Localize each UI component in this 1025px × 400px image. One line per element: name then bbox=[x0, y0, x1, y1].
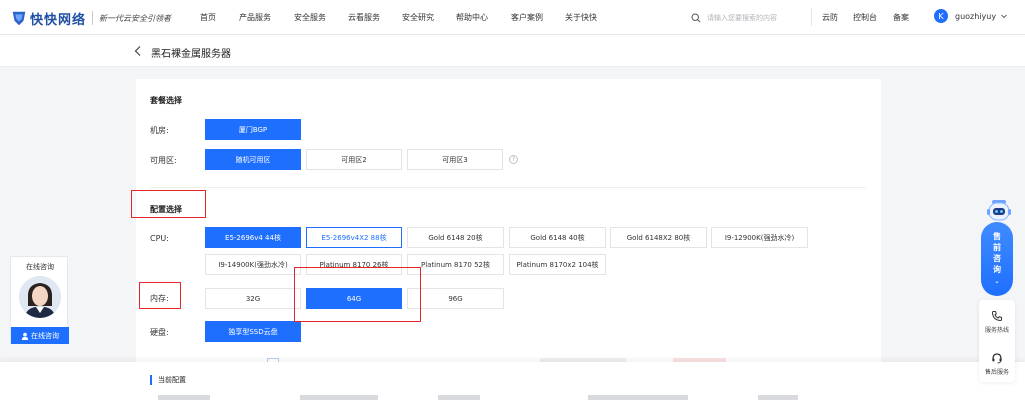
consultant-avatar bbox=[19, 276, 61, 318]
headset-icon bbox=[992, 353, 1002, 364]
current-config-item bbox=[300, 395, 378, 400]
nav-customer-cases[interactable]: 客户案例 bbox=[511, 12, 543, 23]
current-config-item bbox=[438, 395, 480, 400]
presale-consult-button[interactable]: 售 前 咨 询 ⌄ bbox=[981, 222, 1013, 296]
logo-divider bbox=[92, 11, 94, 25]
chevron-down-icon: ⌄ bbox=[994, 278, 1000, 285]
current-config-bar: 当前配置 bbox=[0, 362, 1025, 400]
presale-char: 咨 bbox=[993, 254, 1001, 263]
zone-help-icon[interactable]: ? bbox=[509, 155, 518, 164]
chevron-down-icon bbox=[1001, 14, 1007, 19]
user-menu[interactable]: K guozhiyuy bbox=[934, 9, 1008, 23]
memory-option-32g[interactable]: 32G bbox=[205, 288, 301, 309]
nav-security-research[interactable]: 安全研究 bbox=[402, 12, 434, 23]
cpu-option-gold-6148-20[interactable]: Gold 6148 20核 bbox=[407, 227, 504, 248]
service-hotline-label: 服务热线 bbox=[984, 327, 1009, 334]
side-tools-panel: 服务热线 售后服务 bbox=[979, 300, 1015, 382]
memory-label: 内存: bbox=[150, 294, 169, 303]
search-input[interactable] bbox=[707, 13, 807, 22]
top-link-cloud-defense[interactable]: 云防 bbox=[822, 12, 838, 23]
package-section-title: 套餐选择 bbox=[150, 96, 182, 105]
top-link-filing[interactable]: 备案 bbox=[893, 12, 909, 23]
current-config-accent bbox=[150, 375, 152, 385]
nav-help-center[interactable]: 帮助中心 bbox=[456, 12, 488, 23]
cpu-option-gold-6148-40[interactable]: Gold 6148 40核 bbox=[509, 227, 606, 248]
current-config-item bbox=[158, 395, 210, 400]
cpu-option-i9-12900k[interactable]: I9-12900K(强劲水冷) bbox=[711, 227, 808, 248]
nav-cloud-services[interactable]: 云看服务 bbox=[348, 12, 380, 23]
after-sales-button[interactable]: 售后服务 bbox=[979, 352, 1015, 376]
zone-label: 可用区: bbox=[150, 156, 177, 165]
consult-widget-title: 在线咨询 bbox=[26, 263, 54, 271]
after-sales-label: 售后服务 bbox=[984, 369, 1009, 376]
presale-char: 前 bbox=[993, 243, 1001, 252]
memory-option-96g[interactable]: 96G bbox=[407, 288, 504, 309]
cpu-option-platinum-8170x2-104[interactable]: Platinum 8170x2 104核 bbox=[509, 254, 606, 275]
top-navbar: 快快网络 新一代云安全引领者 首页 产品服务 安全服务 云看服务 安全研究 帮助… bbox=[0, 0, 1025, 35]
cpu-option-platinum-8170-26[interactable]: Platinum 8170 26核 bbox=[306, 254, 402, 275]
search-divider bbox=[811, 8, 812, 26]
cpu-option-gold-6148x2-80[interactable]: Gold 6148X2 80核 bbox=[610, 227, 707, 248]
cpu-option-e5-2696v4x2-88[interactable]: E5-2696v4X2 88核 bbox=[306, 227, 402, 248]
top-link-console[interactable]: 控制台 bbox=[853, 12, 877, 23]
user-avatar: K bbox=[934, 9, 948, 23]
zone-option-2[interactable]: 可用区2 bbox=[306, 149, 402, 170]
phone-icon bbox=[991, 311, 1002, 322]
room-option-xiamen-bgp[interactable]: 厦门BGP bbox=[205, 119, 301, 140]
online-consult-widget: 在线咨询 在线咨询 bbox=[10, 256, 69, 344]
page-header: 黑石裸金属服务器 bbox=[0, 35, 1025, 67]
brand-logo[interactable]: 快快网络 新一代云安全引领者 bbox=[10, 8, 171, 28]
consultant-portrait-icon bbox=[19, 276, 61, 318]
current-config-item bbox=[588, 395, 688, 400]
brand-shield-icon bbox=[12, 11, 26, 26]
cpu-option-i9-14900k[interactable]: I9-14900K(强劲水冷) bbox=[205, 254, 301, 275]
presale-char: 询 bbox=[993, 265, 1001, 274]
section-divider bbox=[150, 187, 866, 188]
zone-option-3[interactable]: 可用区3 bbox=[407, 149, 503, 170]
back-arrow-icon[interactable] bbox=[133, 45, 143, 57]
search-icon[interactable] bbox=[691, 12, 701, 23]
brand-name: 快快网络 bbox=[30, 12, 87, 28]
nav-products[interactable]: 产品服务 bbox=[239, 12, 271, 23]
search-box[interactable] bbox=[691, 9, 809, 26]
zone-option-random[interactable]: 随机可用区 bbox=[205, 149, 301, 170]
presale-char: 售 bbox=[993, 232, 1001, 241]
consult-button-label: 在线咨询 bbox=[31, 331, 59, 340]
consult-button[interactable]: 在线咨询 bbox=[11, 327, 69, 344]
room-label: 机房: bbox=[150, 126, 169, 135]
memory-option-64g[interactable]: 64G bbox=[306, 288, 402, 309]
disk-option-exclusive-ssd[interactable]: 独享型SSD云盘 bbox=[205, 321, 301, 342]
page-title: 黑石裸金属服务器 bbox=[151, 49, 231, 60]
nav-about[interactable]: 关于快快 bbox=[565, 12, 597, 23]
config-card: 套餐选择 机房: 厦门BGP 可用区: 随机可用区 可用区2 可用区3 ? 配置… bbox=[136, 79, 881, 362]
current-config-item bbox=[758, 395, 798, 400]
user-icon bbox=[21, 332, 29, 340]
cpu-label: CPU: bbox=[150, 234, 169, 243]
user-name: guozhiyuy bbox=[955, 11, 997, 21]
nav-home[interactable]: 首页 bbox=[200, 12, 216, 23]
config-section-title: 配置选择 bbox=[150, 205, 182, 214]
service-hotline-button[interactable]: 服务热线 bbox=[979, 310, 1015, 334]
cpu-option-platinum-8170-52[interactable]: Platinum 8170 52核 bbox=[407, 254, 504, 275]
cpu-option-e5-2696v4-44[interactable]: E5-2696v4 44核 bbox=[205, 227, 301, 248]
current-config-title: 当前配置 bbox=[158, 376, 186, 384]
nav-security-services[interactable]: 安全服务 bbox=[294, 12, 326, 23]
brand-slogan: 新一代云安全引领者 bbox=[99, 13, 172, 23]
disk-label: 硬盘: bbox=[150, 328, 169, 337]
